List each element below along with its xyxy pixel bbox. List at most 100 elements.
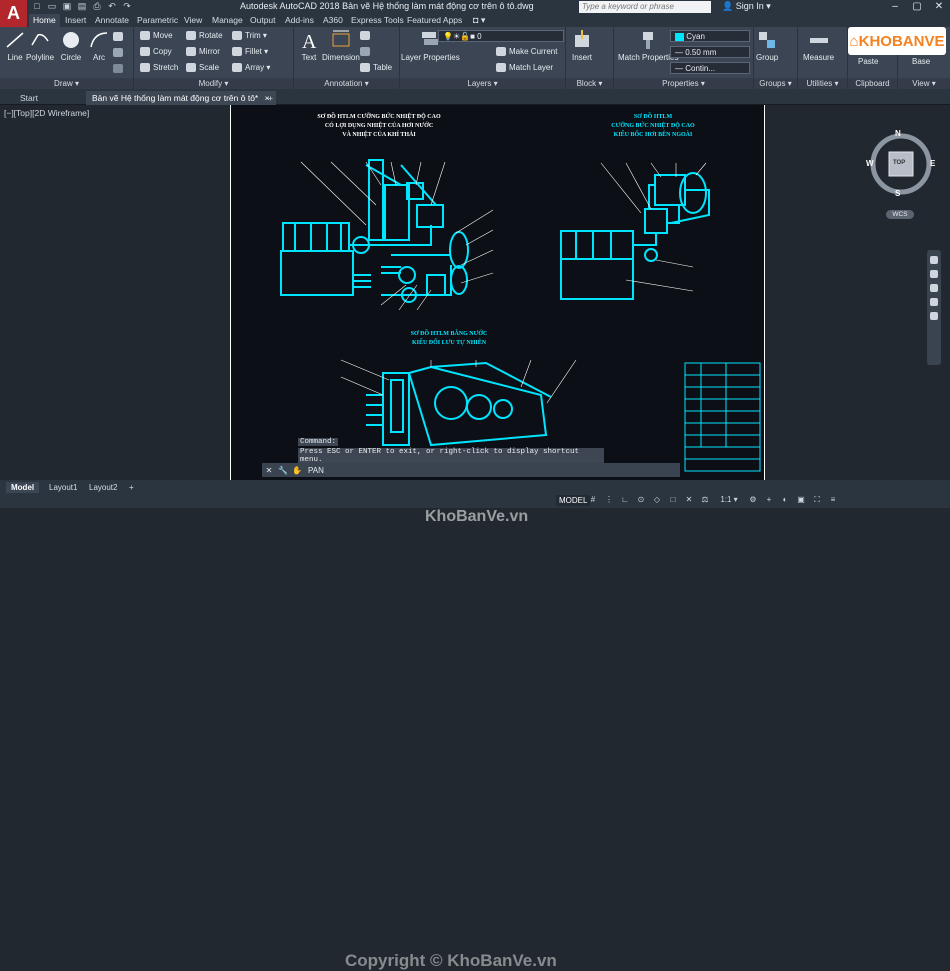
polar-icon[interactable]: ⊙ xyxy=(636,495,646,505)
tab-express-tools[interactable]: Express Tools xyxy=(351,14,404,27)
mirror-button[interactable]: Mirror xyxy=(186,47,220,56)
ortho-icon[interactable]: ∟ xyxy=(620,495,630,505)
insert-label: Insert xyxy=(571,53,592,62)
wcs-menu[interactable]: WCS xyxy=(886,210,914,219)
tab-active-drawing[interactable]: Bản vẽ Hệ thống làm mát động cơ trên ô t… xyxy=(86,91,276,105)
rotate-button[interactable]: Rotate xyxy=(186,31,223,40)
tab-view[interactable]: View xyxy=(184,14,202,27)
layer-dropdown[interactable]: 💡☀🔓■ 0 xyxy=(438,30,564,42)
tab-insert[interactable]: Insert xyxy=(65,14,86,27)
snap-icon[interactable]: ⋮ xyxy=(604,495,614,505)
orbit-icon[interactable] xyxy=(930,298,938,306)
tab-layout1[interactable]: Layout1 xyxy=(44,482,82,493)
viewcube[interactable]: N S E W TOP xyxy=(866,129,936,199)
command-line[interactable]: ✕ 🔧 ✋ PAN xyxy=(262,463,680,477)
insert-button[interactable]: Insert xyxy=(571,29,593,62)
navigation-bar[interactable] xyxy=(927,250,941,365)
scale-button[interactable]: Scale xyxy=(186,63,219,72)
arc-button[interactable]: Arc xyxy=(88,29,110,62)
leader-button[interactable] xyxy=(360,31,370,40)
application-menu-button[interactable]: A xyxy=(0,0,27,27)
annotation-scale-icon[interactable]: ⚖ xyxy=(700,495,710,505)
new-tab-button[interactable]: + xyxy=(262,91,279,105)
drawing-viewport[interactable]: [−][Top][2D Wireframe] SƠ ĐỒ HTLM CƯỠNG … xyxy=(0,105,950,525)
maximize-button[interactable]: ▢ xyxy=(906,0,928,14)
measure-button[interactable]: Measure xyxy=(803,29,834,62)
color-dropdown[interactable]: Cyan xyxy=(670,30,750,42)
viewcube-north[interactable]: N xyxy=(895,129,901,138)
fullscreen-icon[interactable]: ⛶ xyxy=(812,495,822,505)
sign-in-button[interactable]: 👤 Sign In ▾ xyxy=(722,1,771,12)
showmotion-icon[interactable] xyxy=(930,312,938,320)
viewcube-south[interactable]: S xyxy=(895,189,900,198)
close-window-button[interactable]: ✕ xyxy=(928,0,950,14)
circle-button[interactable]: Circle xyxy=(60,29,82,62)
zoom-extents-icon[interactable] xyxy=(930,284,938,292)
isolate-objects-icon[interactable]: ◐ xyxy=(780,495,790,505)
open-file-icon[interactable]: ▭ xyxy=(47,1,57,12)
tab-model[interactable]: Model xyxy=(6,482,40,493)
tab-manage[interactable]: Manage xyxy=(212,14,243,27)
isodraft-icon[interactable]: ◇ xyxy=(652,495,662,505)
viewport-controls-label[interactable]: [−][Top][2D Wireframe] xyxy=(4,108,89,118)
dimension-button[interactable]: Dimension xyxy=(322,29,360,62)
region-button[interactable] xyxy=(113,64,123,73)
osnap-icon[interactable]: □ xyxy=(668,495,678,505)
tab-featured-apps[interactable]: Featured Apps xyxy=(407,14,462,27)
command-input[interactable]: PAN xyxy=(308,466,324,475)
settings-gear-icon[interactable]: ⚙ xyxy=(748,495,758,505)
lineweight-dropdown[interactable]: — 0.50 mm xyxy=(670,46,750,58)
search-input[interactable]: Type a keyword or phrase xyxy=(579,1,711,13)
polyline-button[interactable]: Polyline xyxy=(26,29,54,62)
viewcube-top[interactable]: TOP xyxy=(893,160,905,166)
tab-parametric[interactable]: Parametric xyxy=(137,14,178,27)
undo-icon[interactable]: ↶ xyxy=(107,1,117,12)
pan-icon[interactable] xyxy=(930,270,938,278)
full-navigation-wheel-icon[interactable] xyxy=(930,256,938,264)
add-workspace-icon[interactable]: + xyxy=(764,495,774,505)
save-icon[interactable]: ▣ xyxy=(62,1,72,12)
save-as-icon[interactable]: ▤ xyxy=(77,1,87,12)
tab-layout2[interactable]: Layout2 xyxy=(84,482,122,493)
tab-home[interactable]: Home xyxy=(29,14,60,27)
match-layer-button[interactable]: Match Layer xyxy=(496,63,553,72)
group-button[interactable]: Group xyxy=(756,29,778,62)
fillet-button[interactable]: Fillet ▾ xyxy=(232,47,268,56)
ribbon-options-icon[interactable]: ◘ ▾ xyxy=(473,14,485,27)
print-icon[interactable]: ⎙ xyxy=(92,1,102,12)
redo-icon[interactable]: ↷ xyxy=(122,1,132,12)
table-button[interactable]: Table xyxy=(360,63,392,72)
grid-icon[interactable]: # xyxy=(588,495,598,505)
hardware-acceleration-icon[interactable]: ▣ xyxy=(796,495,806,505)
stretch-button[interactable]: Stretch xyxy=(140,63,178,72)
new-file-icon[interactable]: □ xyxy=(32,1,42,12)
markup-button[interactable] xyxy=(360,47,370,56)
base-button[interactable]: Base xyxy=(912,57,930,66)
hatch-button[interactable] xyxy=(113,48,123,57)
customization-menu-icon[interactable]: ≡ xyxy=(828,495,838,505)
linetype-dropdown[interactable]: — Contin... xyxy=(670,62,750,74)
tab-start[interactable]: Start xyxy=(14,91,44,105)
customize-command-icon[interactable]: 🔧 xyxy=(276,466,290,475)
minimize-button[interactable]: – xyxy=(884,0,906,14)
close-command-icon[interactable]: ✕ xyxy=(262,466,276,475)
tab-annotate[interactable]: Annotate xyxy=(95,14,129,27)
model-space-button[interactable]: MODEL xyxy=(556,495,591,506)
move-button[interactable]: Move xyxy=(140,31,173,40)
text-button[interactable]: A Text xyxy=(298,29,320,62)
line-button[interactable]: Line xyxy=(4,29,26,62)
viewcube-west[interactable]: W xyxy=(866,159,874,168)
add-layout-button[interactable]: + xyxy=(124,482,139,493)
annotation-visibility-icon[interactable]: ✕ xyxy=(684,495,694,505)
trim-button[interactable]: Trim ▾ xyxy=(232,31,267,40)
tab-output[interactable]: Output xyxy=(250,14,276,27)
tab-add-ins[interactable]: Add-ins xyxy=(285,14,314,27)
make-current-button[interactable]: Make Current xyxy=(496,47,557,56)
viewcube-east[interactable]: E xyxy=(930,159,935,168)
annotation-scale-value[interactable]: 1:1 ▾ xyxy=(716,495,742,505)
tab-a360[interactable]: A360 xyxy=(323,14,343,27)
array-button[interactable]: Array ▾ xyxy=(232,63,270,72)
paste-button[interactable]: Paste xyxy=(858,57,878,66)
rectangle-button[interactable] xyxy=(113,32,123,41)
copy-button[interactable]: Copy xyxy=(140,47,172,56)
